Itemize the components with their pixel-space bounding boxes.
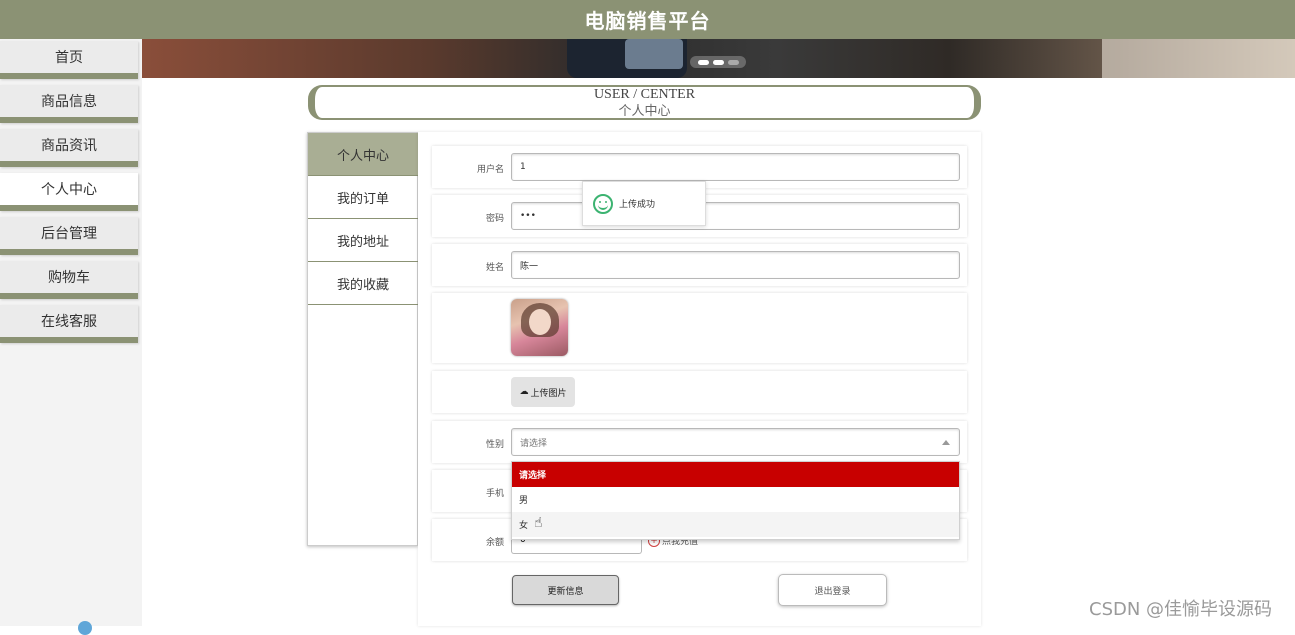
name-label: 姓名	[485, 263, 504, 273]
section-title-en: USER / CENTER	[593, 87, 696, 102]
gender-option-female[interactable]: 女	[512, 512, 959, 537]
toast-message: 上传成功	[619, 200, 656, 210]
nav-item-news[interactable]: 商品资讯	[0, 129, 138, 167]
banner-image-right	[1102, 39, 1295, 78]
tab-user-center[interactable]: 个人中心	[308, 133, 418, 176]
user-center-tabs: 个人中心 我的订单 我的地址 我的收藏	[307, 132, 418, 546]
watermark: CSDN @佳愉毕设源码	[1089, 599, 1273, 620]
gender-select[interactable]: 请选择	[511, 428, 960, 456]
gender-select-value: 请选择	[520, 438, 548, 449]
carousel-indicator	[690, 56, 746, 68]
carousel-dot[interactable]	[712, 59, 724, 65]
password-label: 密码	[485, 214, 504, 224]
balance-label: 余额	[485, 538, 504, 548]
nav-item-user-center[interactable]: 个人中心	[0, 173, 138, 211]
cloud-upload-icon: ☁	[519, 387, 529, 397]
update-info-button[interactable]: 更新信息	[512, 575, 619, 605]
tab-orders[interactable]: 我的订单	[308, 176, 418, 219]
password-input[interactable]: •••	[511, 202, 960, 230]
app-title: 电脑销售平台	[584, 9, 711, 33]
nav-item-home[interactable]: 首页	[0, 41, 138, 79]
nav-item-products[interactable]: 商品信息	[0, 85, 138, 123]
nav-item-cart[interactable]: 购物车	[0, 261, 138, 299]
name-input[interactable]: 陈一	[511, 251, 960, 279]
floating-help-icon[interactable]	[78, 621, 92, 635]
avatar	[511, 299, 568, 356]
section-title: USER / CENTER 个人中心	[308, 85, 981, 120]
caret-up-icon	[942, 440, 950, 445]
smile-icon	[593, 193, 613, 214]
phone-label: 手机	[485, 489, 504, 499]
gender-option-male[interactable]: 男	[512, 487, 959, 512]
gender-option-placeholder[interactable]: 请选择	[512, 462, 959, 487]
carousel-dot[interactable]	[697, 59, 709, 65]
section-title-cn: 个人中心	[618, 103, 671, 118]
username-label: 用户名	[476, 165, 504, 175]
tab-addresses[interactable]: 我的地址	[308, 219, 418, 262]
banner-carousel	[142, 39, 1295, 78]
carousel-dot[interactable]	[727, 59, 739, 65]
gender-dropdown: 请选择 男 女	[511, 461, 960, 540]
avatar-face	[529, 309, 551, 335]
left-nav: 首页 商品信息 商品资讯 个人中心 后台管理 购物车 在线客服	[0, 39, 142, 635]
tab-favorites[interactable]: 我的收藏	[308, 262, 418, 305]
top-header-bar: 电脑销售平台	[0, 0, 1295, 39]
hand-pointer-icon: ☝	[534, 515, 543, 531]
nav-item-admin[interactable]: 后台管理	[0, 217, 138, 255]
upload-button-label: 上传图片	[530, 388, 567, 399]
banner-image	[567, 39, 687, 78]
username-input[interactable]: 1	[511, 153, 960, 181]
upload-image-button[interactable]: ☁ 上传图片	[511, 377, 575, 407]
success-toast: 上传成功	[582, 181, 706, 226]
nav-item-support[interactable]: 在线客服	[0, 305, 138, 343]
gender-label: 性别	[485, 440, 504, 450]
logout-button[interactable]: 退出登录	[778, 574, 887, 606]
